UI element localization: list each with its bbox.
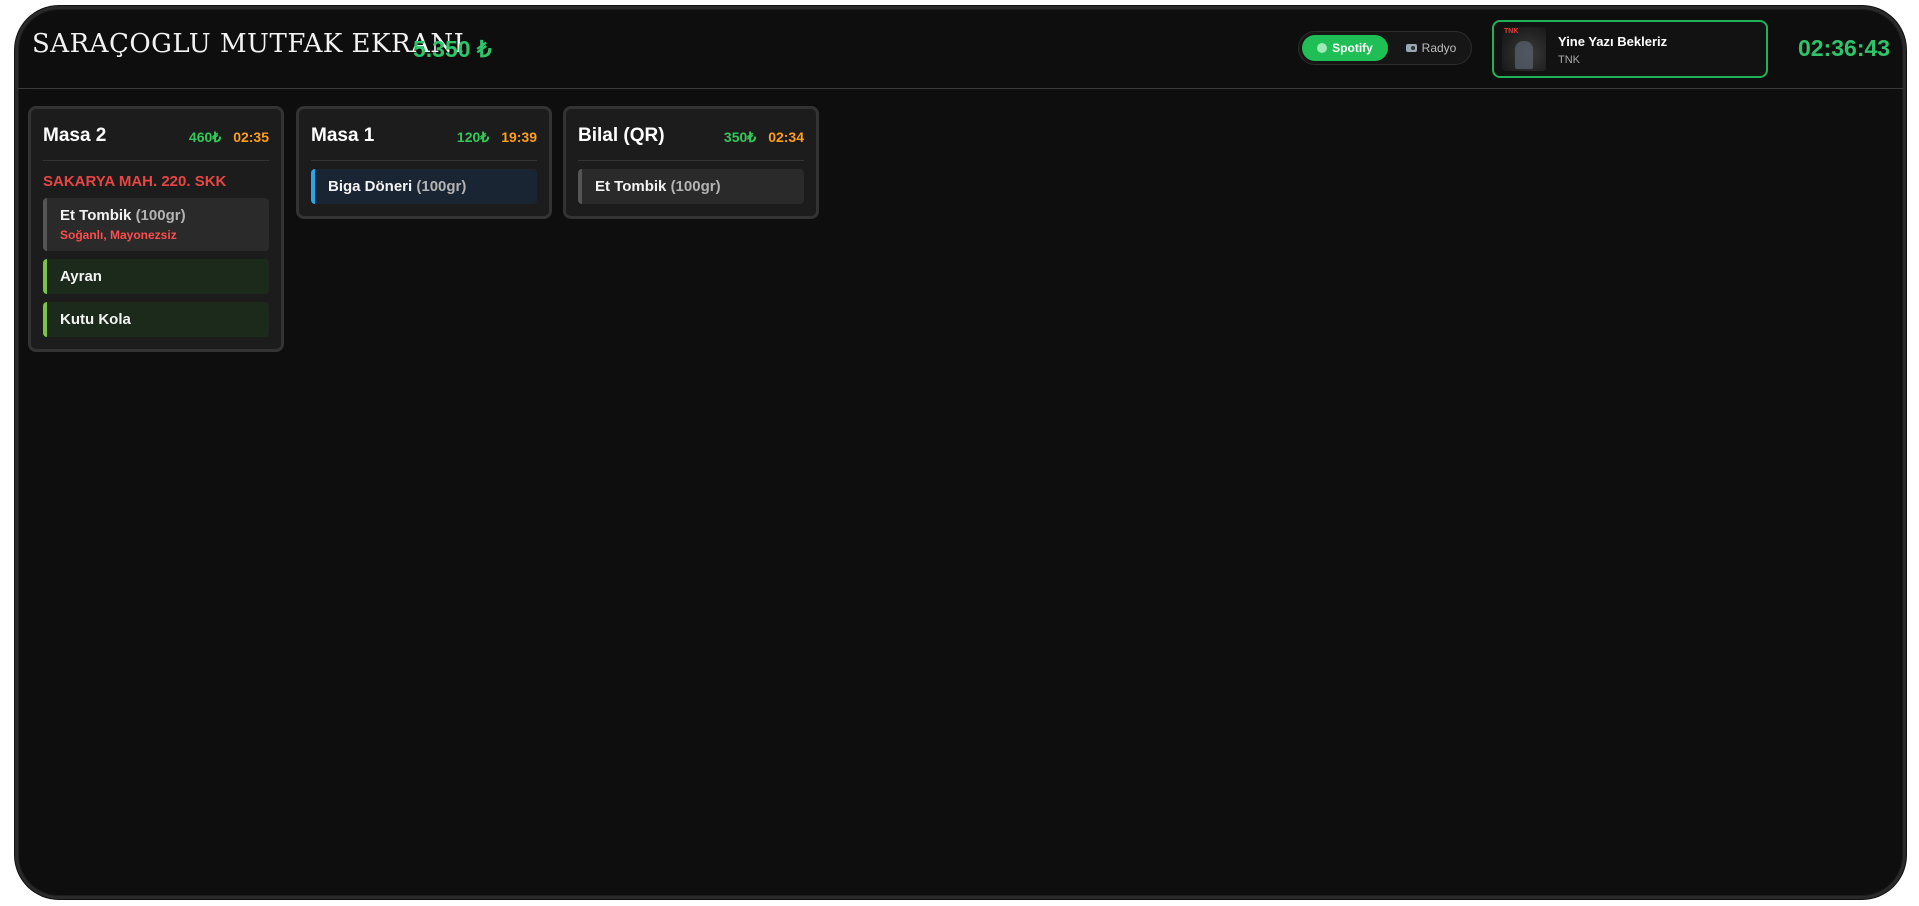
spotify-button[interactable]: Spotify bbox=[1302, 35, 1388, 61]
track-title: Yine Yazı Bekleriz bbox=[1558, 34, 1668, 49]
header-bar: SARAÇOGLU MUTFAK EKRANI 5.350 ₺ Spotify … bbox=[18, 9, 1903, 89]
order-name: Masa 2 bbox=[43, 125, 107, 146]
order-card-header: Bilal (QR) 350₺ 02:34 bbox=[578, 121, 804, 161]
delivery-address: SAKARYA MAH. 220. SKK bbox=[43, 173, 227, 190]
order-meta: 120₺ 19:39 bbox=[457, 129, 537, 146]
order-time: 19:39 bbox=[501, 129, 537, 145]
order-name: Masa 1 bbox=[311, 125, 375, 146]
order-card-header: Masa 2 460₺ 02:35 bbox=[43, 121, 269, 161]
album-art-figure bbox=[1515, 41, 1533, 69]
order-card[interactable]: Masa 1 120₺ 19:39 Biga Döneri (100gr) bbox=[296, 106, 552, 219]
daily-total: 5.350 ₺ bbox=[413, 36, 492, 62]
radio-button[interactable]: Radyo bbox=[1395, 35, 1467, 61]
album-art-tag: TNK bbox=[1504, 28, 1519, 35]
order-card[interactable]: Masa 2 460₺ 02:35 SAKARYA MAH. 220. SKK … bbox=[28, 106, 284, 352]
order-name: Bilal (QR) bbox=[578, 125, 665, 146]
page-title: SARAÇOGLU MUTFAK EKRANI bbox=[32, 29, 465, 59]
item-name: Biga Döneri bbox=[328, 178, 413, 195]
spotify-label: Spotify bbox=[1332, 41, 1373, 55]
item-name: Ayran bbox=[60, 268, 102, 285]
kitchen-display-frame: SARAÇOGLU MUTFAK EKRANI 5.350 ₺ Spotify … bbox=[15, 6, 1906, 899]
item-name: Et Tombik bbox=[595, 178, 667, 195]
order-card-header: Masa 1 120₺ 19:39 bbox=[311, 121, 537, 161]
order-item[interactable]: Biga Döneri (100gr) bbox=[311, 169, 537, 204]
item-name: Et Tombik bbox=[60, 207, 132, 224]
header-divider bbox=[34, 88, 1887, 89]
now-playing-card[interactable]: TNK Yine Yazı Bekleriz TNK bbox=[1492, 20, 1768, 78]
order-item[interactable]: Kutu Kola bbox=[43, 302, 269, 337]
item-note: Soğanlı, Mayonezsiz bbox=[60, 228, 177, 242]
order-price: 460₺ bbox=[188, 129, 222, 145]
order-time: 02:34 bbox=[768, 129, 804, 145]
spotify-icon bbox=[1317, 43, 1328, 53]
radio-label: Radyo bbox=[1421, 41, 1457, 55]
order-item[interactable]: Et Tombik (100gr) bbox=[578, 169, 804, 204]
order-meta: 460₺ 02:35 bbox=[189, 129, 269, 146]
order-item[interactable]: Et Tombik (100gr) Soğanlı, Mayonezsiz bbox=[43, 198, 269, 251]
music-source-toggle: Spotify Radyo bbox=[1298, 31, 1472, 65]
order-item[interactable]: Ayran bbox=[43, 259, 269, 294]
album-art: TNK bbox=[1502, 27, 1546, 71]
order-meta: 350₺ 02:34 bbox=[724, 129, 804, 146]
order-time: 02:35 bbox=[233, 129, 269, 145]
item-portion: (100gr) bbox=[670, 178, 721, 195]
clock: 02:36:43 bbox=[1798, 35, 1891, 61]
track-artist: TNK bbox=[1558, 54, 1580, 66]
item-portion: (100gr) bbox=[135, 207, 186, 224]
item-portion: (100gr) bbox=[416, 178, 467, 195]
order-card[interactable]: Bilal (QR) 350₺ 02:34 Et Tombik (100gr) bbox=[563, 106, 819, 219]
radio-icon bbox=[1405, 44, 1417, 52]
order-price: 120₺ bbox=[456, 129, 490, 145]
order-price: 350₺ bbox=[723, 129, 757, 145]
item-name: Kutu Kola bbox=[60, 311, 131, 328]
